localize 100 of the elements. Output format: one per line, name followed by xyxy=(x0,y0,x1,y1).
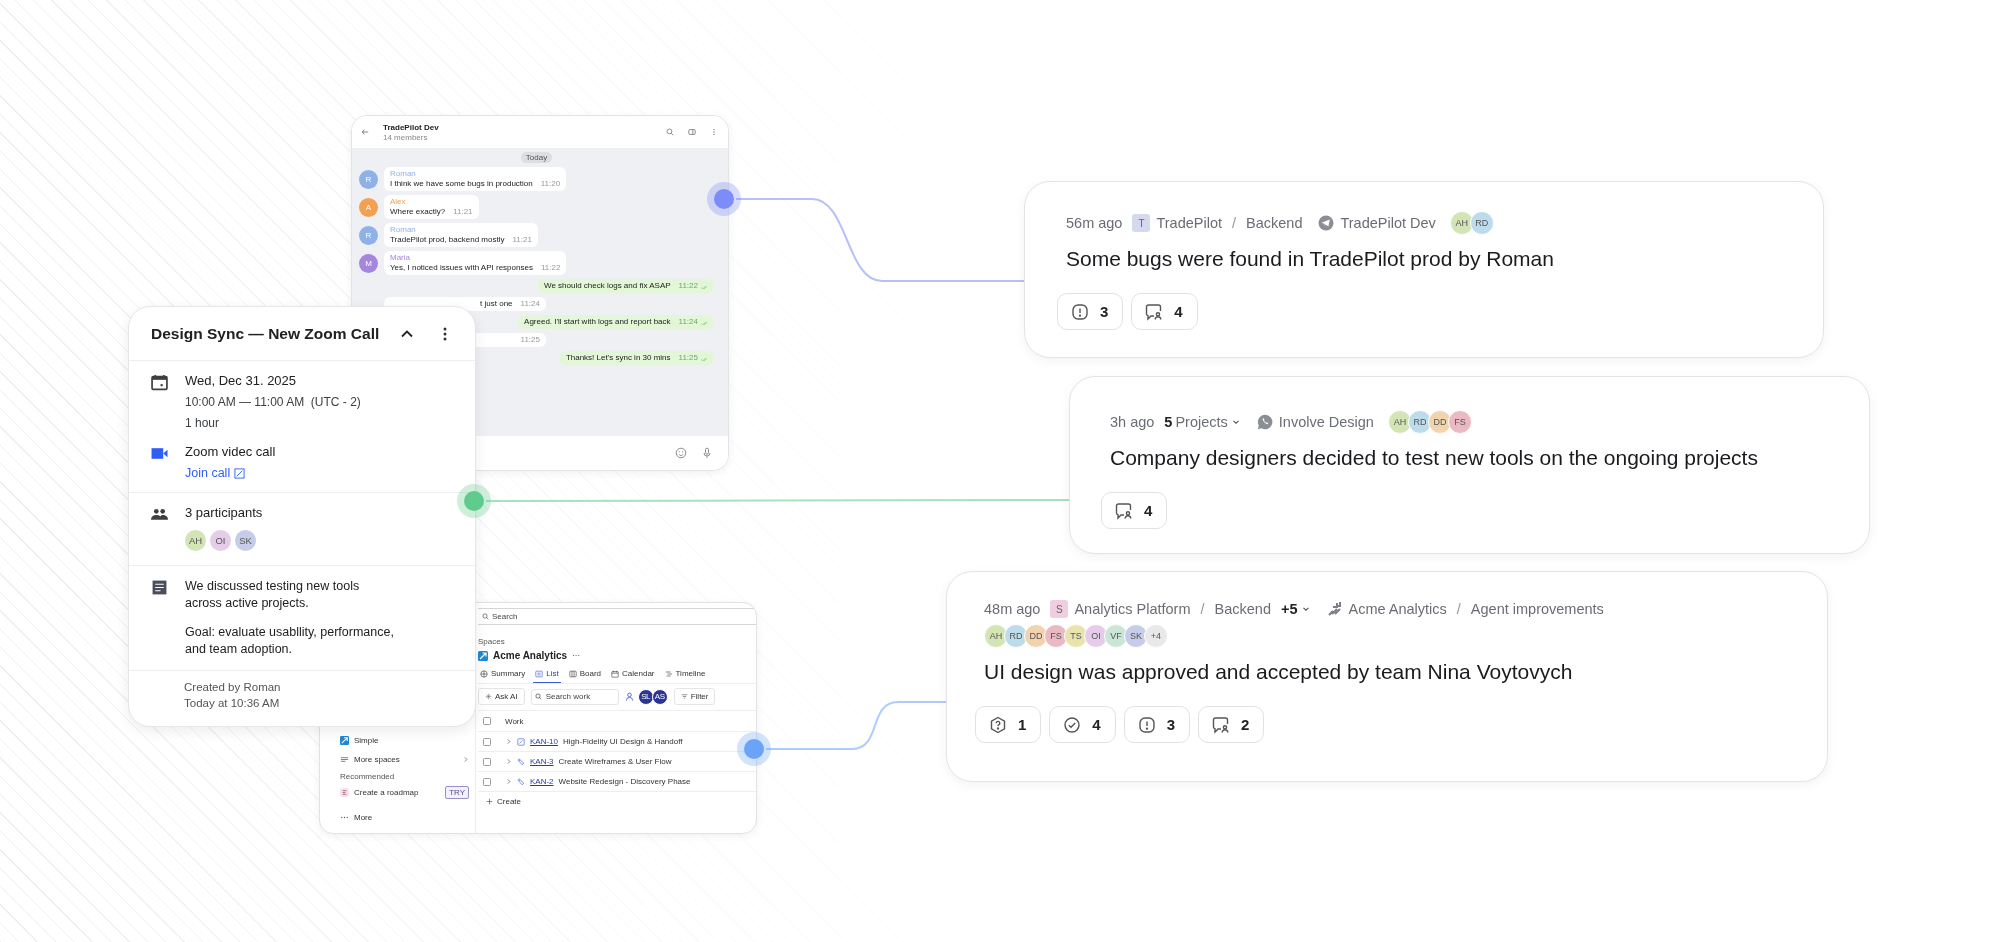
view-tab[interactable]: List xyxy=(533,666,561,683)
participant-avatar[interactable]: OI xyxy=(210,530,231,551)
timeline-icon xyxy=(664,669,673,678)
search-icon[interactable] xyxy=(666,128,674,136)
sidebar-item[interactable]: More spaces xyxy=(354,755,400,764)
member-avatar: DD xyxy=(1024,624,1048,648)
space-logo-icon xyxy=(478,650,488,661)
assignee-avatar[interactable]: AS xyxy=(651,688,668,705)
project-name[interactable]: Analytics Platform xyxy=(1074,601,1191,617)
checkbox[interactable] xyxy=(483,757,491,766)
projects-dropdown[interactable]: 5 Projects xyxy=(1164,414,1241,430)
stat-chip[interactable]: 4 xyxy=(1131,293,1198,330)
participant-avatar[interactable]: SK xyxy=(235,530,256,551)
event-time: 10:00 AM — 11:00 AM (UTC - 2) xyxy=(185,395,361,409)
calendar-icon xyxy=(611,669,620,678)
participant-avatar[interactable]: AH xyxy=(185,530,206,551)
message-time: 11:25 xyxy=(678,353,698,362)
microphone-icon[interactable] xyxy=(701,447,713,459)
assignee-avatar[interactable]: SL xyxy=(637,688,654,705)
checkbox[interactable] xyxy=(483,717,491,725)
member-avatar: RD xyxy=(1469,211,1494,235)
checkbox[interactable] xyxy=(483,737,491,746)
activity-card[interactable]: 48m ago S Analytics Platform / Backend +5 Acme Analytics / Agent improvements AH RD DD FS TS OI VF SK +4 UI design was approved and accepted by team Nina Voytovych 1 4 3 2 xyxy=(946,571,1828,782)
side-panel-icon[interactable] xyxy=(688,128,696,136)
people-icon xyxy=(151,506,168,523)
breadcrumb[interactable]: Spaces xyxy=(478,637,756,646)
activity-card[interactable]: 56m ago T TradePilot / Backend TradePilot Dev AH RD Some bugs were found in TradePilot prod by Roman 3 4 xyxy=(1024,181,1824,358)
sidebar-item[interactable]: Simple xyxy=(354,736,379,745)
join-call-link[interactable]: Join call xyxy=(185,466,276,480)
alert-icon xyxy=(1137,715,1156,734)
view-tab[interactable]: Summary xyxy=(478,666,528,683)
message-time: 11:21 xyxy=(512,235,532,244)
view-tab[interactable]: Timeline xyxy=(662,666,708,683)
stat-chip[interactable]: 1 xyxy=(975,706,1042,743)
breadcrumb-separator: / xyxy=(1200,601,1205,617)
message-time: 11:22 xyxy=(678,281,698,290)
breadcrumb-separator: / xyxy=(1456,601,1461,617)
create-button[interactable]: Create xyxy=(478,792,529,811)
project-badge: T xyxy=(1132,214,1151,232)
breadcrumb-item[interactable]: Backend xyxy=(1246,215,1303,231)
issue-key-link[interactable]: KAN-3 xyxy=(530,757,554,766)
chevron-right-icon[interactable] xyxy=(505,778,512,785)
view-tab[interactable]: Calendar xyxy=(609,666,657,683)
message-time: 11:22 xyxy=(540,263,561,272)
message-input-bar[interactable] xyxy=(477,436,728,470)
sidebar-item[interactable]: Create a roadmap xyxy=(354,788,419,797)
issue-key-link[interactable]: KAN-2 xyxy=(530,777,554,786)
checkbox[interactable] xyxy=(483,777,491,786)
breadcrumb-item[interactable]: Agent improvements xyxy=(1470,601,1604,617)
stat-chip[interactable]: 3 xyxy=(1123,706,1191,743)
ask-ai-button[interactable]: Ask AI xyxy=(478,688,525,705)
sender-name: Roman xyxy=(390,169,417,178)
view-tab[interactable]: Board xyxy=(566,666,604,683)
member-avatar: RD xyxy=(1407,410,1432,434)
alert-icon xyxy=(1071,302,1089,321)
message-time: 11:24 xyxy=(520,299,540,308)
stat-chip[interactable]: 4 xyxy=(1101,492,1168,529)
chevron-right-icon[interactable] xyxy=(505,758,512,765)
member-avatar: OI xyxy=(1084,624,1108,648)
source-name[interactable]: Acme Analytics xyxy=(1348,601,1447,617)
message-text: Where exactly? xyxy=(390,207,446,216)
stat-chip[interactable]: 2 xyxy=(1198,706,1265,743)
chat-title: TradePilot Dev xyxy=(383,122,440,132)
emoji-icon[interactable] xyxy=(675,447,687,459)
double-check-icon xyxy=(701,321,708,326)
message-time: 11:24 xyxy=(678,317,698,326)
activity-card[interactable]: 3h ago 5 Projects Involve Design AH RD DD FS Company designers decided to test new tools on the ongoing projects 4 xyxy=(1069,376,1870,554)
participant-count: 3 participants xyxy=(185,505,263,520)
sender-name: Maria xyxy=(390,253,411,262)
event-notes: Goal: evaluate usabllity, performance, and team adoption. xyxy=(185,624,395,658)
issue-title: High-Fidelity UI Design & Handoff xyxy=(563,737,683,746)
avatar: M xyxy=(359,253,378,273)
source-name[interactable]: TradePilot Dev xyxy=(1340,215,1436,231)
breadcrumb-item[interactable]: Backend xyxy=(1214,601,1271,617)
search-work-field[interactable]: Search work xyxy=(530,688,619,705)
filter-button[interactable]: Filter xyxy=(673,688,716,705)
back-arrow-icon[interactable] xyxy=(361,128,369,136)
member-avatar: TS xyxy=(1064,624,1088,648)
stat-chip[interactable]: 3 xyxy=(1057,293,1124,330)
chevron-right-icon[interactable] xyxy=(462,756,469,763)
card-title: Some bugs were found in TradePilot prod by Roman xyxy=(1065,247,1555,271)
stat-chip[interactable]: 4 xyxy=(1049,706,1116,743)
message-text: We should check logs and fix ASAP xyxy=(543,281,671,290)
event-duration: 1 hour xyxy=(185,416,221,430)
issue-key-link[interactable]: KAN-10 xyxy=(530,737,558,746)
comment-icon xyxy=(1212,715,1231,734)
source-name[interactable]: Involve Design xyxy=(1278,414,1374,430)
sidebar-item[interactable]: More xyxy=(354,813,373,822)
avatar: A xyxy=(359,197,378,217)
person-icon[interactable] xyxy=(624,692,634,701)
project-name[interactable]: TradePilot xyxy=(1156,215,1222,231)
message-text: I think we have some bugs in production xyxy=(390,179,533,188)
double-check-icon xyxy=(701,285,708,290)
created-by: Created by Roman xyxy=(184,681,282,693)
projects-dropdown[interactable]: +5 xyxy=(1280,601,1311,617)
avatar: R xyxy=(359,169,378,189)
chevron-right-icon[interactable] xyxy=(505,738,512,745)
project-menu[interactable]: ··· xyxy=(572,651,581,660)
space-logo-icon xyxy=(340,736,349,745)
search-field[interactable]: Search xyxy=(478,607,756,625)
